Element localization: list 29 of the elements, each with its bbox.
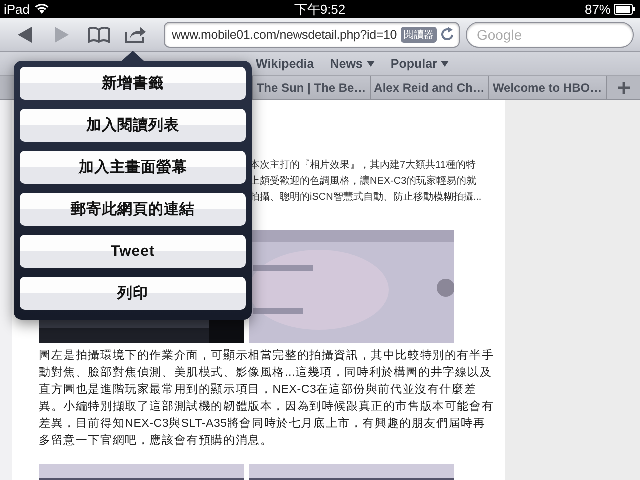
battery-percent: 87%	[584, 2, 611, 16]
battery-icon	[614, 4, 636, 14]
browser-tab[interactable]: Alex Reid and Ch…	[370, 76, 488, 99]
bookmark-item[interactable]: Wikipedia	[256, 56, 314, 70]
wifi-icon	[34, 3, 50, 15]
reload-icon[interactable]	[440, 27, 455, 42]
back-arrow-icon	[17, 26, 34, 44]
menu-button[interactable]: 列印	[20, 277, 246, 310]
book-icon	[88, 26, 110, 42]
search-field[interactable]: Google	[466, 22, 634, 48]
bookmark-item[interactable]: Popular	[390, 56, 450, 70]
address-field[interactable]: www.mobile01.com/newsdetail.php?id=10 閱讀器	[164, 22, 460, 48]
new-tab-icon[interactable]	[618, 82, 630, 94]
menu-button[interactable]: 加入主畫面螢幕	[20, 151, 246, 184]
bookmark-item[interactable]: News	[330, 56, 375, 70]
url-text: www.mobile01.com/newsdetail.php?id=10	[172, 28, 397, 42]
menu-button[interactable]: Tweet	[20, 235, 246, 268]
browser-tab[interactable]: Welcome to HBO…	[488, 76, 606, 99]
forward-arrow-icon	[54, 26, 70, 44]
share-icon	[125, 26, 148, 43]
menu-button[interactable]: 新增書籤	[20, 67, 246, 100]
browser-tab[interactable]: The Sun | The Be…	[252, 76, 370, 99]
reader-button[interactable]: 閱讀器	[400, 26, 437, 42]
menu-button[interactable]: 加入閱讀列表	[20, 109, 246, 142]
menu-button[interactable]: 郵寄此網頁的連結	[20, 193, 246, 226]
article-paragraph: 圖左是拍攝環境下的作業介面，可顯示相當完整的拍攝資訊，其中比較特別的有半手動對焦、臉部對焦偵測、美肌模式、影像風格...這幾項，同時利於構圖的井字線以及直方圖也是進階玩家最常用到的顯示項目，NEX-C3在這部份與前代並沒有什麼差異。小編特別擷取了這部測試機的韌體版本，因為到時候跟真正的市售版本可能會有差異，目前得知NEX-C3與SLT-A35將會同時於七月底上市，有興趣的朋友們屆時再多留意一下官網吧，應該會有預購的消息。	[39, 348, 495, 449]
clock-time: 下午9:52	[294, 2, 346, 17]
popover-pointer	[122, 51, 144, 61]
device-name: iPad	[4, 2, 30, 16]
